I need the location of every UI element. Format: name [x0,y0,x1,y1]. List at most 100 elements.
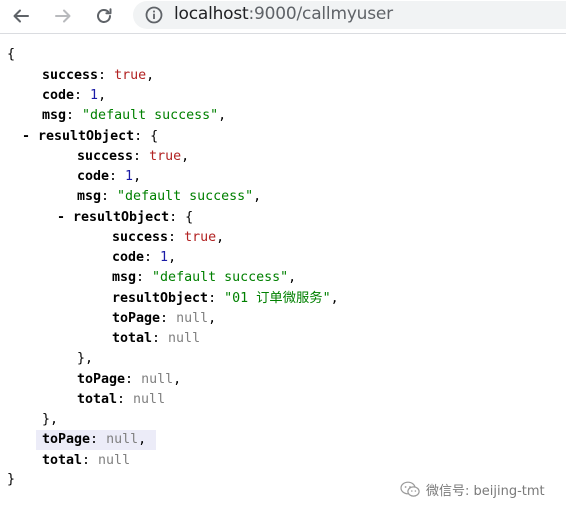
close-brace: } [7,472,16,487]
comma: , [218,108,227,123]
json-value: true [149,149,182,164]
json-line: msg: "default success", [112,268,296,288]
json-line: } [7,470,15,490]
json-line: success: true, [42,66,154,86]
url-port: :9000 [248,4,297,24]
json-line: toPage: null, [112,309,216,329]
url-host: localhost [174,4,249,24]
json-value: 1 [90,88,99,103]
collapse-toggle[interactable]: - [57,210,73,225]
reload-button[interactable] [91,3,117,29]
json-value: null [133,392,166,407]
address-bar[interactable]: localhost:9000/callmyuser [133,1,566,29]
url-text[interactable]: localhost:9000/callmyuser [174,4,393,24]
json-value: null [141,372,174,387]
json-key: msg [112,270,137,285]
colon: : [98,68,115,83]
json-line: - resultObject: { [57,208,193,228]
json-value: null [106,432,139,447]
colon: : [169,210,186,225]
forward-arrow-icon [55,9,71,23]
json-key: code [42,88,75,103]
json-line: toPage: null, [77,370,181,390]
open-brace: { [7,47,16,62]
json-key: success [42,68,99,83]
json-line: total: null [77,390,165,410]
colon: : [152,331,169,346]
json-line: - resultObject: { [22,127,158,147]
colon: : [133,149,150,164]
comma: , [168,250,177,265]
colon: : [90,432,107,447]
json-key: code [112,250,145,265]
json-key: total [42,453,83,468]
json-key: toPage [112,311,161,326]
comma: , [146,68,155,83]
colon: : [208,291,225,306]
json-value: "default success" [117,189,254,204]
json-line: success: true, [77,147,189,167]
json-value: "default success" [152,270,289,285]
json-key: msg [42,108,67,123]
back-button[interactable] [8,3,34,29]
json-line: }, [77,349,93,369]
json-line: code: 1, [77,167,141,187]
comma: , [216,230,225,245]
close-brace: }, [77,351,94,366]
json-value: true [114,68,147,83]
colon: : [136,270,153,285]
json-line: success: true, [112,228,224,248]
json-key: total [77,392,118,407]
json-value: null [176,311,209,326]
colon: : [168,230,185,245]
json-line: code: 1, [112,248,176,268]
json-value: null [168,331,201,346]
comma: , [181,149,190,164]
json-value: "01 订单微服务" [224,291,331,306]
browser-toolbar: localhost:9000/callmyuser [0,0,566,34]
collapse-toggle[interactable]: - [22,129,38,144]
json-value: 1 [160,250,169,265]
colon: : [101,189,118,204]
json-key: code [77,169,110,184]
colon: : [109,169,126,184]
colon: : [66,108,83,123]
colon: : [82,453,99,468]
json-line: { [7,45,15,65]
comma: , [288,270,297,285]
url-path: /callmyuser [296,4,394,24]
comma: , [208,311,217,326]
colon: : [125,372,142,387]
back-arrow-icon [13,9,29,23]
json-key: toPage [42,432,91,447]
comma: , [330,291,339,306]
json-key: msg [77,189,102,204]
json-key: toPage [77,372,126,387]
json-line: toPage: null, [42,430,146,450]
comma: , [98,88,107,103]
watermark-text: 微信号: beijing-tmt [426,483,545,499]
comma: , [253,189,262,204]
info-icon[interactable] [144,5,164,25]
json-line: total: null [42,451,130,471]
colon: : [74,88,91,103]
json-line: msg: "default success", [42,106,226,126]
json-line: total: null [112,329,200,349]
json-key: success [77,149,134,164]
open-brace: { [185,210,194,225]
colon: : [144,250,161,265]
open-brace: { [150,129,159,144]
wechat-watermark: 微信号: beijing-tmt [400,478,545,500]
json-value: "default success" [82,108,219,123]
json-key: resultObject [38,129,135,144]
json-line: }, [42,410,58,430]
forward-button[interactable] [50,3,76,29]
wechat-icon [400,481,420,497]
json-value: 1 [125,169,134,184]
json-line: code: 1, [42,86,106,106]
colon: : [117,392,134,407]
json-key: total [112,331,153,346]
json-line: resultObject: "01 订单微服务", [112,289,339,309]
comma: , [133,169,142,184]
comma: , [173,372,182,387]
